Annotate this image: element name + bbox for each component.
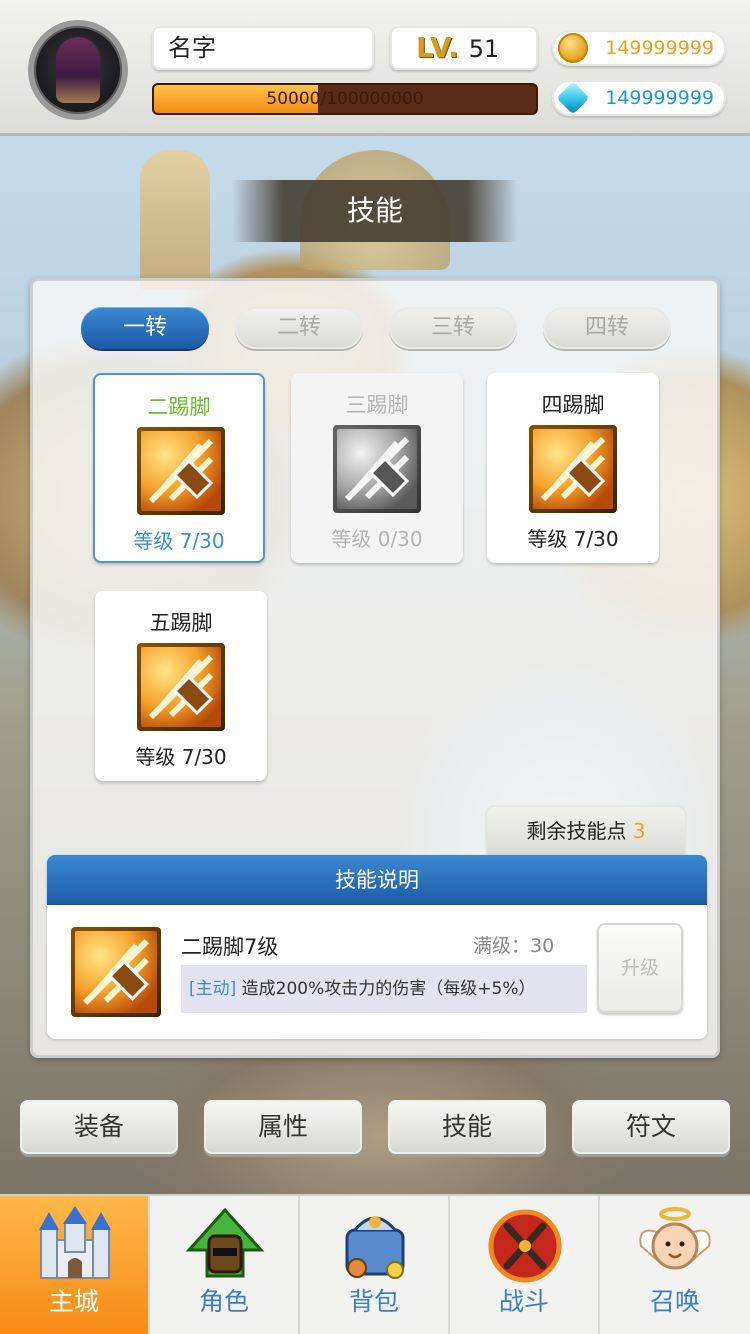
kick-skill-icon-locked (333, 425, 421, 513)
gem-counter[interactable]: 149999999 (552, 80, 726, 116)
nav-item-character[interactable]: 角色 (150, 1196, 300, 1334)
nav-item-summon[interactable]: 召唤 (600, 1196, 750, 1334)
angel-icon (639, 1207, 711, 1270)
skill-name: 二踢脚 (147, 395, 211, 419)
nav-label: 战斗 (498, 1287, 549, 1316)
skill-level: 等级 0/30 (331, 527, 423, 551)
skill-type-tag: [主动] (189, 979, 237, 999)
attributes-button[interactable]: 属性 (204, 1100, 362, 1154)
skill-card-0[interactable]: 二踢脚 等级 7/30 (93, 373, 265, 563)
player-name: 名字 (152, 26, 374, 70)
selected-skill-icon (71, 927, 161, 1017)
tab-first-job[interactable]: 一转 (81, 307, 209, 349)
skill-card-3[interactable]: 五踢脚 等级 7/30 (95, 591, 267, 781)
nav-label: 背包 (348, 1287, 399, 1316)
skill-level: 等级 7/30 (133, 529, 225, 553)
nav-item-battle[interactable]: 战斗 (450, 1196, 600, 1334)
top-bar: 名字 LV. 51 50000/100000000 149999999 14999… (0, 0, 750, 136)
nav-label: 主城 (48, 1287, 99, 1316)
helmet-icon (185, 1207, 265, 1278)
skill-card-2[interactable]: 四踢脚 等级 7/30 (487, 373, 659, 563)
nav-label: 召唤 (649, 1287, 700, 1316)
tab-third-job[interactable]: 三转 (389, 307, 517, 349)
battle-icon (488, 1209, 562, 1283)
xp-text: 50000/100000000 (266, 89, 424, 109)
skill-level: 等级 7/30 (135, 745, 227, 769)
level-value: 51 (468, 35, 500, 63)
nav-item-main-city[interactable]: 主城 (0, 1196, 150, 1334)
skill-points-label: 剩余技能点 (526, 819, 627, 843)
skill-panel: 一转 二转 三转 四转 二踢脚 等级 7/30 三踢脚 等级 0/30 四踢脚 … (30, 278, 720, 1058)
skill-name: 三踢脚 (345, 393, 409, 417)
gem-icon (556, 81, 590, 115)
equipment-button[interactable]: 装备 (20, 1100, 178, 1154)
description-header: 技能说明 (47, 855, 707, 905)
selected-skill-name: 二踢脚7级 (181, 935, 279, 959)
castle-icon (39, 1206, 111, 1279)
max-level: 满级：30 (473, 935, 555, 957)
skill-card-1[interactable]: 三踢脚 等级 0/30 (291, 373, 463, 563)
kick-skill-icon (137, 427, 225, 515)
tab-second-job[interactable]: 二转 (235, 307, 363, 349)
backpack-icon (345, 1216, 405, 1279)
skill-effect: [主动] 造成200%攻击力的伤害（每级+5%） (181, 965, 587, 1013)
runes-button[interactable]: 符文 (572, 1100, 730, 1154)
avatar[interactable] (28, 20, 128, 120)
gem-amount: 149999999 (605, 87, 714, 109)
xp-bar: 50000/100000000 (152, 83, 538, 115)
level-box: LV. 51 (390, 26, 538, 70)
skill-effect-text: 造成200%攻击力的伤害（每级+5%） (241, 979, 536, 999)
skill-name: 五踢脚 (149, 611, 213, 635)
skill-description: 技能说明 二踢脚7级 满级：30 [主动] 造成200%攻击力的伤害（每级+5%… (47, 855, 707, 1039)
kick-skill-icon (529, 425, 617, 513)
gold-counter[interactable]: 149999999 (552, 30, 726, 66)
skill-points-value: 3 (632, 819, 646, 843)
coin-icon (558, 33, 588, 63)
gold-amount: 149999999 (605, 37, 714, 59)
level-prefix: LV. (416, 31, 459, 64)
nav-item-backpack[interactable]: 背包 (300, 1196, 450, 1334)
nav-label: 角色 (198, 1287, 249, 1316)
tab-fourth-job[interactable]: 四转 (543, 307, 671, 349)
page-title: 技能 (232, 180, 518, 242)
kick-skill-icon (137, 643, 225, 731)
skills-button[interactable]: 技能 (388, 1100, 546, 1154)
skill-points: 剩余技能点 3 (485, 805, 687, 857)
upgrade-button[interactable]: 升级 (597, 923, 683, 1013)
skill-name: 四踢脚 (541, 393, 605, 417)
skill-level: 等级 7/30 (527, 527, 619, 551)
character-portrait (56, 37, 100, 103)
bottom-nav: 主城 角色 背包 战斗 召唤 (0, 1194, 750, 1334)
